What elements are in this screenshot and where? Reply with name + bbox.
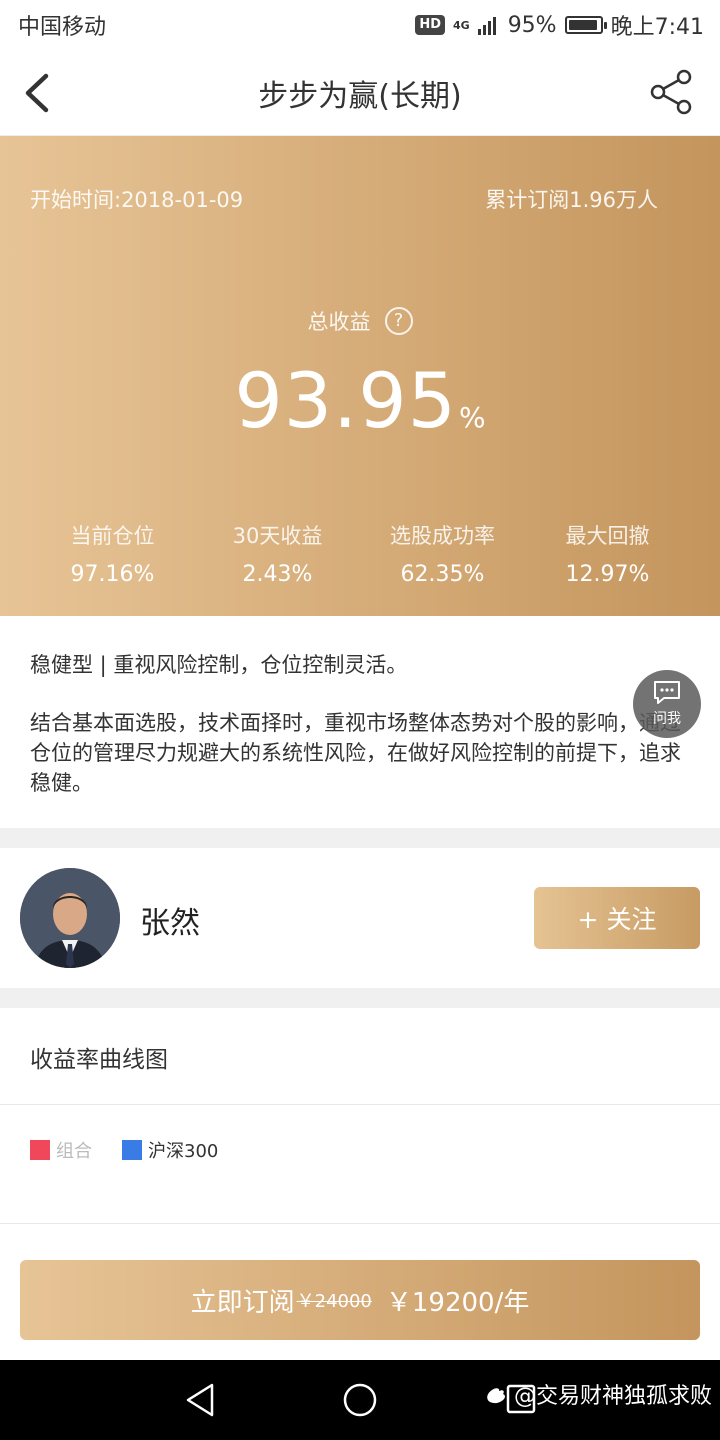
stat-value: 2.43% — [242, 562, 313, 587]
battery-percent: 95% — [507, 12, 557, 38]
share-icon[interactable] — [648, 68, 696, 116]
chart-legend: 组合 沪深300 — [30, 1137, 248, 1163]
legend-swatch — [30, 1140, 50, 1160]
stat-label: 30天收益 — [232, 524, 323, 548]
system-back-icon[interactable] — [184, 1382, 216, 1418]
watermark: @交易财神独孤求败 — [484, 1378, 712, 1410]
legend-swatch — [122, 1140, 142, 1160]
stats-row: 当前仓位 97.16% 30天收益 2.43% 选股成功率 62.35% 最大回… — [30, 520, 690, 587]
avatar[interactable] — [20, 868, 120, 968]
system-home-icon[interactable] — [342, 1382, 378, 1418]
help-icon[interactable]: ? — [384, 307, 413, 335]
stat-30day-return: 30天收益 2.43% — [195, 520, 360, 587]
stat-value: 62.35% — [400, 562, 485, 587]
section-divider — [0, 988, 720, 1008]
subscribe-button[interactable]: 立即订阅 ￥24000 ￥19200/年 — [20, 1260, 700, 1340]
signal-icon — [477, 17, 496, 35]
start-time: 开始时间:2018-01-09 — [30, 188, 244, 212]
network-label: 4G — [453, 18, 470, 32]
legend-item-portfolio[interactable]: 组合 — [30, 1137, 92, 1163]
carrier-label: 中国移动 — [18, 15, 107, 40]
total-return-value: 93.95 — [234, 356, 457, 445]
follow-button[interactable]: + 关注 — [534, 887, 700, 949]
system-nav-bar: @交易财神独孤求败 — [0, 1360, 720, 1440]
stat-position: 当前仓位 97.16% — [30, 520, 195, 587]
stat-max-drawdown: 最大回撤 12.97% — [525, 520, 690, 587]
total-return-label-row: 总收益 ? — [0, 306, 720, 336]
nav-bar: 步步为赢(长期) — [0, 50, 720, 136]
strategy-tagline: 稳健型 | 重视风险控制，仓位控制灵活。 — [30, 653, 408, 677]
chart-title: 收益率曲线图 — [30, 1047, 168, 1073]
clock: 晚上7:41 — [610, 15, 704, 40]
total-return-unit: % — [458, 401, 486, 434]
divider — [0, 1104, 720, 1105]
section-divider — [0, 828, 720, 848]
ask-me-label: 问我 — [653, 711, 681, 727]
strategy-body: 结合基本面选股，技术面择时，重视市场整体态势对个股的影响，通过仓位的管理尽力规避… — [30, 711, 681, 795]
performance-hero: 开始时间:2018-01-09 累计订阅1.96万人 总收益 ? 93.95 %… — [0, 136, 720, 616]
battery-icon — [564, 16, 607, 34]
hd-badge: HD — [415, 15, 445, 35]
stat-label: 选股成功率 — [390, 524, 495, 548]
total-return: 93.95 % — [0, 356, 720, 445]
total-return-label: 总收益 — [307, 310, 371, 334]
status-bar: 中国移动 HD 4G 95% 晚上7:41 — [0, 0, 720, 50]
discount-price: ￥19200/年 — [385, 1287, 530, 1318]
stat-value: 12.97% — [565, 562, 650, 587]
original-price: ￥24000 — [296, 1291, 372, 1312]
legend-label: 组合 — [56, 1141, 92, 1162]
ask-me-button[interactable]: 问我 — [633, 670, 701, 738]
strategy-description: 稳健型 | 重视风险控制，仓位控制灵活。 结合基本面选股，技术面择时，重视市场整… — [30, 650, 690, 798]
legend-label: 沪深300 — [148, 1141, 219, 1162]
chat-bubble-icon — [654, 681, 680, 704]
stat-label: 最大回撤 — [565, 524, 650, 548]
author-name: 张然 — [140, 906, 200, 941]
status-indicators: HD 4G 95% 晚上7:41 — [415, 9, 704, 41]
back-arrow-icon[interactable] — [18, 70, 58, 116]
app-screen: 中国移动 HD 4G 95% 晚上7:41 步步为赢(长期) 开始时间:2018… — [0, 0, 720, 1440]
subscriber-count: 累计订阅1.96万人 — [485, 188, 658, 212]
divider — [0, 1223, 720, 1224]
subscribe-label: 立即订阅 — [190, 1287, 295, 1318]
stat-label: 当前仓位 — [70, 524, 155, 548]
author-row: 张然 + 关注 — [0, 848, 720, 988]
page-title: 步步为赢(长期) — [258, 78, 462, 114]
avatar-portrait — [20, 868, 120, 968]
battery-fill — [568, 20, 597, 30]
weibo-icon — [487, 1388, 505, 1404]
legend-item-csi300[interactable]: 沪深300 — [122, 1137, 218, 1163]
watermark-text: @交易财神独孤求败 — [513, 1384, 712, 1409]
stat-success-rate: 选股成功率 62.35% — [360, 520, 525, 587]
stat-value: 97.16% — [70, 562, 155, 587]
